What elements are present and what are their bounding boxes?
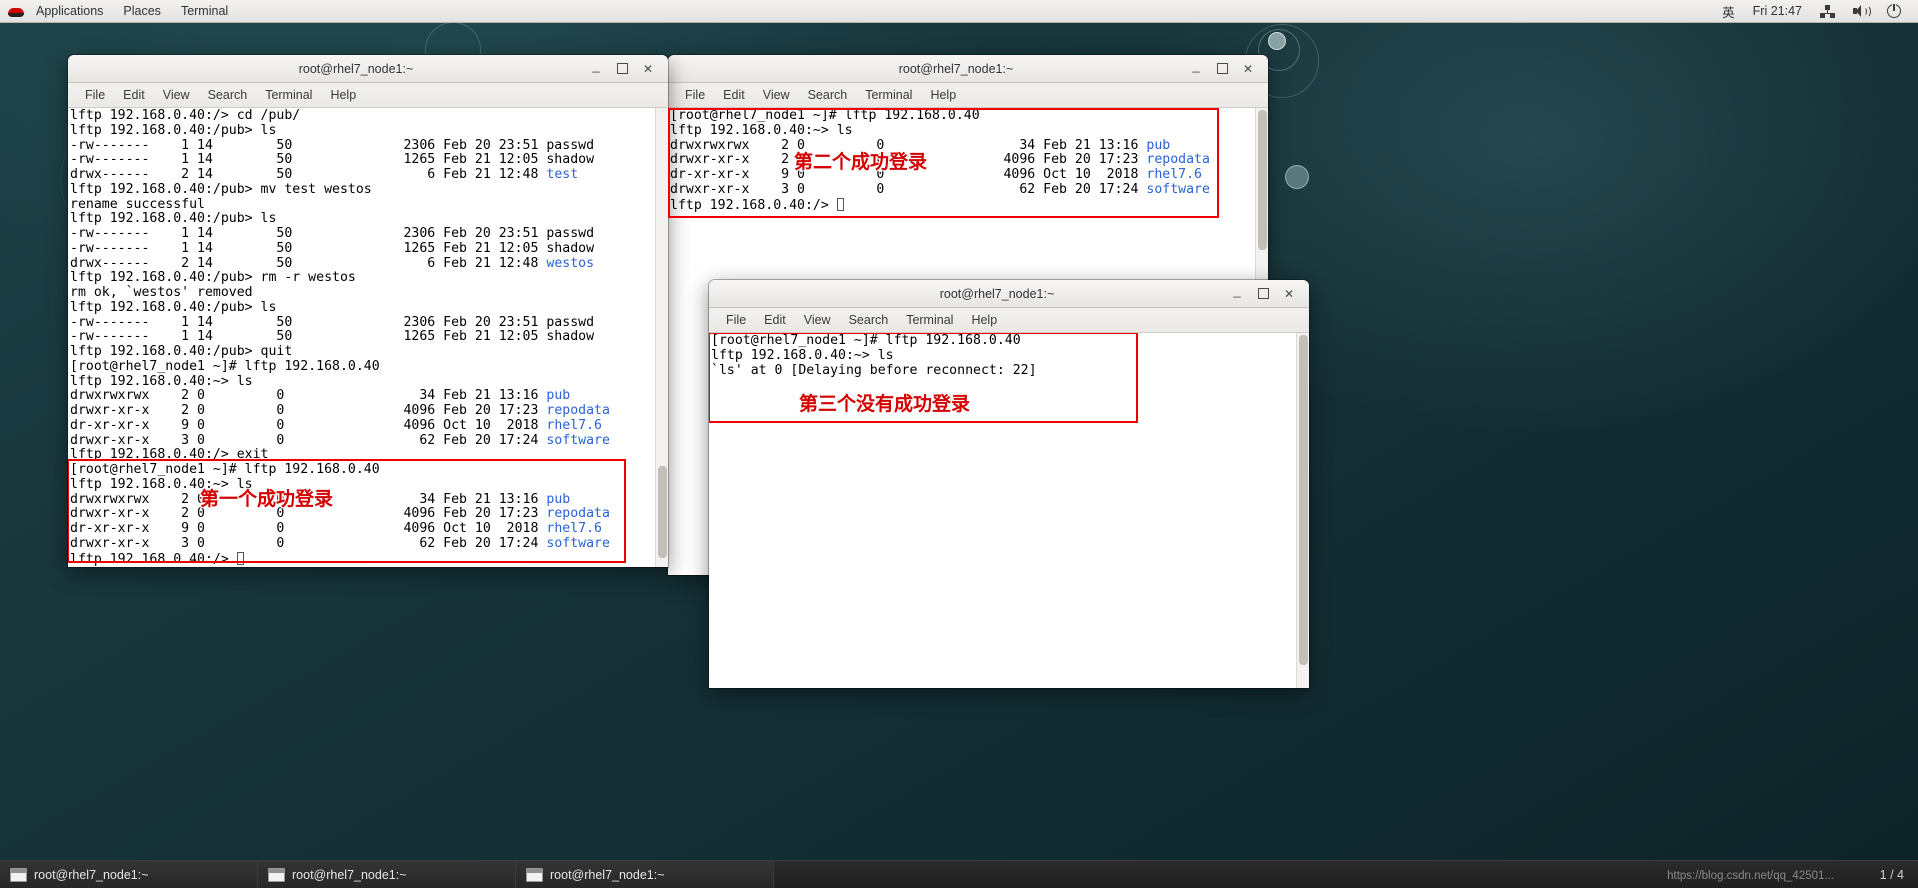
terminal-window-1[interactable]: root@rhel7_node1:~ File Edit View Search…: [68, 55, 668, 567]
window-1-terminal-body[interactable]: lftp 192.168.0.40:/> cd /pub/ lftp 192.1…: [68, 108, 668, 567]
window-1-menu-help[interactable]: Help: [321, 83, 365, 107]
taskbar-label-3: root@rhel7_node1:~: [550, 867, 665, 882]
window-2-menu-help[interactable]: Help: [921, 83, 965, 107]
window-1-minimize-button[interactable]: [584, 59, 608, 79]
label: Help: [930, 88, 957, 102]
window-2-menu-file[interactable]: File: [676, 83, 714, 107]
window-1-maximize-button[interactable]: [610, 59, 634, 79]
window-2-close-button[interactable]: [1236, 59, 1260, 79]
workspace-indicator[interactable]: 1 / 4: [1866, 861, 1918, 888]
wallpaper-bokeh-4: [1268, 32, 1286, 50]
label: Terminal: [865, 88, 913, 102]
menu-terminal-label: Terminal: [180, 4, 229, 18]
redhat-logo-icon: [8, 3, 24, 19]
window-2-maximize-button[interactable]: [1210, 59, 1234, 79]
window-2-title: root@rhel7_node1:~: [898, 61, 1014, 76]
window-2-titlebar[interactable]: root@rhel7_node1:~: [668, 55, 1268, 83]
label: Terminal: [265, 88, 313, 102]
menu-terminal[interactable]: Terminal: [171, 0, 238, 22]
window-3-scroll-thumb[interactable]: [1299, 335, 1308, 665]
taskbar-button-window-2[interactable]: root@rhel7_node1:~: [258, 861, 516, 888]
terminal-window-3[interactable]: root@rhel7_node1:~ File Edit View Search…: [709, 280, 1309, 688]
menu-applications-label: Applications: [36, 4, 104, 18]
taskbar: root@rhel7_node1:~ root@rhel7_node1:~ ro…: [0, 860, 1918, 888]
window-1-menu-edit[interactable]: Edit: [114, 83, 154, 107]
top-bar: Applications Places Terminal 英 Fri 21:47: [0, 0, 1918, 23]
menu-places[interactable]: Places: [113, 0, 171, 22]
window-2-menubar: File Edit View Search Terminal Help: [668, 83, 1268, 108]
label: File: [85, 88, 106, 102]
window-1-terminal-output: lftp 192.168.0.40:/> cd /pub/ lftp 192.1…: [70, 108, 610, 567]
clock[interactable]: Fri 21:47: [1744, 0, 1811, 22]
window-3-close-button[interactable]: [1277, 284, 1301, 304]
menu-applications[interactable]: Applications: [26, 0, 113, 22]
network-glyph: [1820, 4, 1835, 18]
window-2-minimize-button[interactable]: [1184, 59, 1208, 79]
window-2-scroll-thumb[interactable]: [1258, 110, 1267, 250]
taskbar-label-2: root@rhel7_node1:~: [292, 867, 407, 882]
window-1-menu-search[interactable]: Search: [199, 83, 257, 107]
menu-places-label: Places: [123, 4, 161, 18]
sound-glyph: [1853, 4, 1871, 18]
label: File: [685, 88, 706, 102]
power-glyph: [1887, 4, 1901, 18]
window-1-annotation-text: 第一个成功登录: [200, 488, 334, 510]
label: View: [762, 88, 790, 102]
taskbar-button-window-1[interactable]: root@rhel7_node1:~: [0, 861, 258, 888]
terminal-icon: [268, 867, 285, 882]
window-1-controls: [584, 59, 668, 79]
input-method-label: 英: [1722, 5, 1735, 20]
window-1-menu-terminal[interactable]: Terminal: [256, 83, 321, 107]
window-3-terminal-body[interactable]: [root@rhel7_node1 ~]# lftp 192.168.0.40 …: [709, 333, 1309, 688]
window-1-title: root@rhel7_node1:~: [298, 61, 414, 76]
window-1-menubar: File Edit View Search Terminal Help: [68, 83, 668, 108]
sound-icon[interactable]: [1844, 0, 1878, 22]
window-2-menu-terminal[interactable]: Terminal: [856, 83, 921, 107]
window-2-menu-search[interactable]: Search: [799, 83, 857, 107]
terminal-icon: [10, 867, 27, 882]
window-2-controls: [1184, 59, 1268, 79]
watermark: https://blog.csdn.net/qq_42501...: [1667, 870, 1834, 882]
window-1-menu-file[interactable]: File: [76, 83, 114, 107]
window-1-scroll-thumb[interactable]: [658, 466, 667, 558]
window-1-menu-view[interactable]: View: [154, 83, 199, 107]
terminal-icon: [526, 867, 543, 882]
desktop: Applications Places Terminal 英 Fri 21:47: [0, 0, 1918, 888]
window-1-scrollbar[interactable]: [655, 108, 668, 567]
workspace-label: 1 / 4: [1879, 867, 1904, 882]
window-2-menu-edit[interactable]: Edit: [714, 83, 754, 107]
power-icon[interactable]: [1878, 0, 1910, 22]
top-bar-right: 英 Fri 21:47: [1713, 0, 1918, 22]
label: Help: [330, 88, 357, 102]
window-3-terminal-output: [root@rhel7_node1 ~]# lftp 192.168.0.40 …: [711, 333, 1037, 378]
window-1-titlebar[interactable]: root@rhel7_node1:~: [68, 55, 668, 83]
window-3-annotation-text: 第三个没有成功登录: [799, 393, 971, 415]
window-1-close-button[interactable]: [636, 59, 660, 79]
label: Edit: [123, 88, 145, 102]
taskbar-label-1: root@rhel7_node1:~: [34, 867, 149, 882]
input-method-indicator[interactable]: 英: [1713, 0, 1744, 22]
label: Search: [207, 88, 248, 102]
label: View: [162, 88, 190, 102]
taskbar-button-window-3[interactable]: root@rhel7_node1:~: [516, 861, 774, 888]
label: Search: [807, 88, 848, 102]
window-3-scrollbar[interactable]: [1296, 333, 1309, 688]
wallpaper-bokeh-5: [1285, 165, 1309, 189]
label: Edit: [723, 88, 745, 102]
clock-label: Fri 21:47: [1752, 4, 1802, 18]
network-icon[interactable]: [1811, 0, 1844, 22]
window-2-menu-view[interactable]: View: [754, 83, 799, 107]
top-bar-left: Applications Places Terminal: [0, 0, 238, 22]
window-2-annotation-text: 第二个成功登录: [794, 151, 928, 173]
